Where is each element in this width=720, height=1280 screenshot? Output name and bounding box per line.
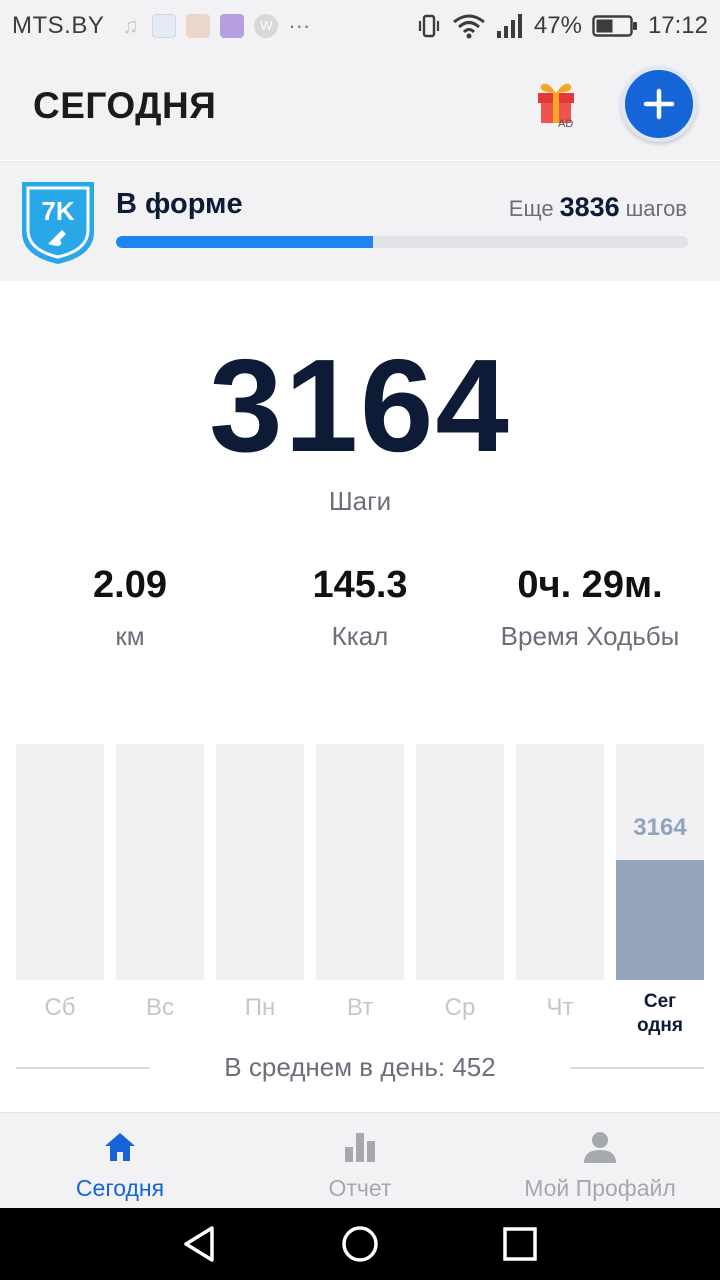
- recents-icon[interactable]: [500, 1224, 540, 1264]
- home-icon: [105, 1133, 135, 1161]
- chart-bar-fill-6: [616, 860, 704, 980]
- chart-day-label-2: Пн: [244, 994, 276, 1021]
- goal-badge-text: 7K: [41, 196, 74, 226]
- nav-profile-label: Мой Профайл: [524, 1175, 676, 1201]
- chart-day-label-0: Сб: [44, 994, 76, 1021]
- chart-bar-0[interactable]: [16, 744, 104, 980]
- nav-today-label: Сегодня: [75, 1175, 165, 1201]
- goal-remaining-prefix: Еще: [508, 196, 554, 221]
- calories-value: 145.3: [312, 564, 408, 606]
- plus-icon: [643, 88, 675, 120]
- walk-time-value: 0ч. 29м.: [517, 564, 663, 606]
- chart-day-label-1: Вс: [145, 994, 174, 1021]
- chart-bar-2[interactable]: [216, 744, 304, 980]
- chart-value-label-6: 3164: [633, 814, 687, 841]
- add-button[interactable]: [621, 66, 697, 142]
- status-bar: MTS.BY ♫ W ··· 47% 17:12: [0, 0, 720, 52]
- carrier-name: MTS.BY: [12, 12, 105, 39]
- chart-bar-6[interactable]: 3164: [616, 744, 704, 980]
- notification-icons: ♫ W ···: [118, 14, 310, 38]
- photo-icon: [186, 14, 211, 38]
- profile-icon: [584, 1132, 616, 1163]
- steps-count: 3164: [209, 332, 511, 479]
- signal-icon: [496, 14, 522, 38]
- system-navigation-bar: [0, 1208, 720, 1280]
- calories-metric: 145.3 Ккал: [240, 564, 480, 652]
- bar-chart-icon: [345, 1133, 375, 1162]
- daily-average: В среднем в день: 452: [0, 1050, 720, 1086]
- goal-remaining-suffix: шагов: [625, 196, 687, 221]
- nav-today[interactable]: Сегодня: [0, 1113, 240, 1209]
- walk-time-label: Время Ходьбы: [500, 621, 680, 651]
- w-icon: W: [254, 14, 279, 38]
- nav-report[interactable]: Отчет: [240, 1113, 480, 1209]
- divider-right: [570, 1067, 704, 1069]
- gallery-icon: [220, 14, 245, 38]
- steps-label: Шаги: [328, 486, 392, 516]
- chart-day-label-6: Сег одня: [637, 991, 683, 1036]
- goal-remaining: Еще 3836 шагов: [509, 192, 687, 223]
- battery-percent: 47%: [533, 12, 582, 39]
- home-circle-icon[interactable]: [340, 1224, 380, 1264]
- system-status: 47% 17:12: [416, 12, 708, 40]
- app-icon: [152, 14, 177, 38]
- goal-progress-bar: [116, 236, 688, 248]
- goal-name: В форме: [116, 188, 243, 220]
- gift-ad-button[interactable]: AD: [532, 77, 580, 131]
- chart-bar-4[interactable]: [416, 744, 504, 980]
- distance-unit: км: [115, 621, 145, 651]
- calories-unit: Ккал: [331, 621, 389, 651]
- weekly-steps-chart[interactable]: Сб Вс Пн Вт Ср Чт 3164 Сег одня: [0, 744, 720, 1036]
- page-title: СЕГОДНЯ: [33, 85, 217, 126]
- goal-progress-fill: [116, 236, 374, 248]
- battery-icon: [592, 15, 637, 37]
- clock: 17:12: [647, 12, 708, 39]
- more-dots-icon: ···: [288, 13, 311, 38]
- nav-profile[interactable]: Мой Профайл: [480, 1113, 720, 1209]
- music-icon: ♫: [122, 13, 139, 38]
- chart-day-label-4: Ср: [444, 994, 476, 1021]
- chart-day-label-5: Чт: [546, 994, 574, 1021]
- bottom-nav: Сегодня Отчет Мой Профайл: [0, 1112, 720, 1208]
- gift-icon: AD: [538, 83, 574, 130]
- distance-value: 2.09: [93, 564, 167, 606]
- app-header: СЕГОДНЯ AD: [0, 52, 720, 160]
- chart-bar-1[interactable]: [116, 744, 204, 980]
- nav-report-label: Отчет: [328, 1175, 392, 1201]
- goal-card[interactable]: 7K В форме Еще 3836 шагов: [0, 161, 720, 281]
- wifi-icon: [452, 14, 485, 39]
- vibrate-icon: [418, 14, 439, 38]
- chart-bar-5[interactable]: [516, 744, 604, 980]
- goal-remaining-steps: 3836: [559, 192, 620, 222]
- chart-day-label-3: Вт: [346, 994, 374, 1021]
- distance-metric: 2.09 км: [10, 564, 250, 652]
- walk-time-metric: 0ч. 29м. Время Ходьбы: [470, 564, 710, 652]
- chart-bar-3[interactable]: [316, 744, 404, 980]
- goal-badge-icon: 7K: [22, 182, 94, 264]
- gift-ad-label: AD: [558, 118, 573, 130]
- back-icon[interactable]: [180, 1224, 220, 1264]
